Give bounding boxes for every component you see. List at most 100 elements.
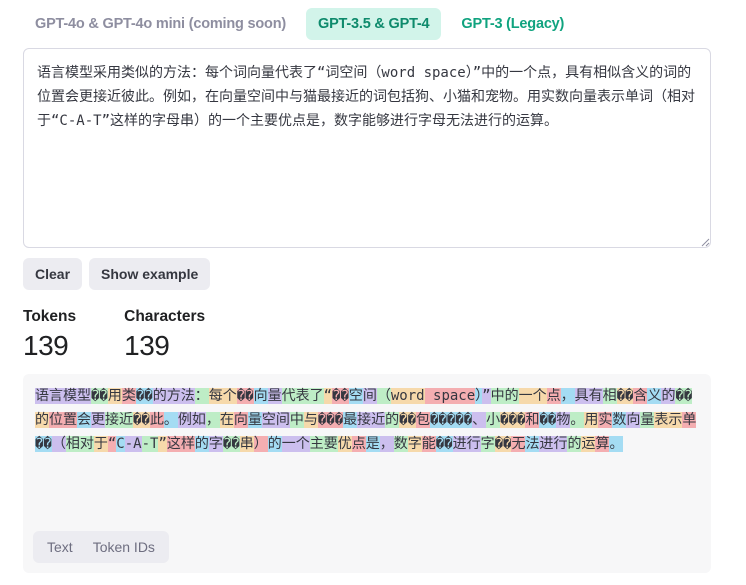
token: 小 bbox=[486, 412, 501, 428]
token: 量 bbox=[640, 412, 655, 428]
token: 优 bbox=[337, 436, 352, 452]
token: 义 bbox=[647, 388, 662, 404]
tokens-stat: Tokens 139 bbox=[23, 308, 76, 362]
token: ： bbox=[194, 388, 209, 404]
token: �� bbox=[222, 436, 240, 452]
tokens-label: Tokens bbox=[23, 308, 77, 325]
token: 接近 bbox=[105, 412, 133, 428]
token: 、 bbox=[472, 412, 487, 428]
token: 。 bbox=[570, 412, 585, 428]
token-stats: Tokens 139 Characters 139 bbox=[23, 308, 205, 362]
token: 空 bbox=[348, 388, 363, 404]
token: 无 bbox=[511, 436, 526, 452]
token: 用 bbox=[107, 388, 122, 404]
token: 点 bbox=[351, 436, 366, 452]
token: -T bbox=[141, 436, 159, 452]
characters-count: 139 bbox=[124, 330, 170, 361]
token: 会 bbox=[77, 412, 91, 428]
tokens-count: 139 bbox=[23, 330, 69, 361]
token: 每个 bbox=[208, 388, 237, 404]
token: C bbox=[116, 436, 125, 452]
token: 一个 bbox=[281, 436, 310, 452]
token: 中的 bbox=[490, 388, 519, 404]
token: 相对 bbox=[65, 436, 94, 452]
token: 位置 bbox=[49, 412, 77, 428]
token: 。 bbox=[609, 436, 624, 452]
token: 字 bbox=[407, 436, 422, 452]
token: 与 bbox=[303, 412, 318, 428]
text-input[interactable]: 语言模型采用类似的方法：每个词向量代表了“词空间（word space）”中的一… bbox=[23, 48, 711, 248]
token: 运 bbox=[581, 436, 596, 452]
token: 空间 bbox=[261, 412, 290, 428]
characters-stat: Characters 139 bbox=[124, 308, 205, 362]
token: �� bbox=[399, 412, 417, 428]
resize-grip-icon[interactable] bbox=[701, 238, 710, 247]
token: �� bbox=[435, 436, 453, 452]
token: 算 bbox=[595, 436, 610, 452]
model-tabs: GPT-4o & GPT-4o mini (coming soon) GPT-3… bbox=[23, 8, 576, 40]
token: 接近 bbox=[357, 412, 386, 428]
token: 的 bbox=[385, 412, 400, 428]
token: 和 bbox=[525, 412, 540, 428]
token: 相 bbox=[602, 388, 617, 404]
token: -A bbox=[124, 436, 142, 452]
token-list: 语言模型��用类��的方法：每个��向量代表了“��空间（word space）… bbox=[35, 384, 699, 456]
view-token-ids-option[interactable]: Token IDs bbox=[83, 533, 165, 561]
token: �� bbox=[135, 388, 153, 404]
show-example-button[interactable]: Show example bbox=[89, 258, 211, 290]
token: ， bbox=[560, 388, 575, 404]
token: 中 bbox=[289, 412, 304, 428]
token: 向 bbox=[233, 412, 248, 428]
token: ����� bbox=[430, 412, 473, 428]
token: 实 bbox=[598, 412, 613, 428]
tab-gpt-4o: GPT-4o & GPT-4o mini (coming soon) bbox=[35, 16, 286, 32]
token: 数 bbox=[393, 436, 408, 452]
token: 进行 bbox=[452, 436, 481, 452]
token: 量 bbox=[247, 412, 262, 428]
token: 物 bbox=[556, 412, 571, 428]
token: 表示 bbox=[654, 412, 683, 428]
token: 含 bbox=[633, 388, 648, 404]
token: 的 bbox=[35, 412, 49, 428]
token: 更 bbox=[91, 412, 105, 428]
token: 类 bbox=[121, 388, 136, 404]
token: 向 bbox=[253, 388, 268, 404]
view-text-option[interactable]: Text bbox=[37, 533, 83, 561]
token: 是 bbox=[365, 436, 380, 452]
token: 的 bbox=[567, 436, 582, 452]
token: 的 bbox=[194, 436, 209, 452]
token: ， bbox=[379, 436, 394, 452]
token: 字 bbox=[208, 436, 223, 452]
token: �� bbox=[494, 436, 512, 452]
token: ��� bbox=[317, 412, 344, 428]
token: �� bbox=[91, 388, 108, 404]
token: 进行 bbox=[539, 436, 568, 452]
token: 单 bbox=[682, 412, 697, 428]
token: 主要 bbox=[309, 436, 338, 452]
token: 的 bbox=[267, 436, 282, 452]
token: 向 bbox=[626, 412, 641, 428]
tokenized-output: 语言模型��用类��的方法：每个��向量代表了“��空间（word space）… bbox=[23, 374, 711, 573]
token: word bbox=[390, 388, 425, 404]
token: 字 bbox=[480, 436, 495, 452]
token: 在 bbox=[219, 412, 234, 428]
token: 间 bbox=[362, 388, 377, 404]
token: 点 bbox=[546, 388, 561, 404]
token: 。 bbox=[163, 412, 178, 428]
token: �� bbox=[35, 436, 52, 452]
token: “ bbox=[323, 388, 333, 404]
clear-button[interactable]: Clear bbox=[23, 258, 83, 290]
token: �� bbox=[616, 388, 634, 404]
token: �� bbox=[675, 388, 693, 404]
action-buttons: Clear Show example bbox=[23, 258, 211, 290]
tab-gpt-3-5-gpt-4[interactable]: GPT-3.5 & GPT-4 bbox=[306, 8, 442, 40]
tab-gpt-3-legacy[interactable]: GPT-3 (Legacy) bbox=[449, 8, 576, 40]
token: 量 bbox=[267, 388, 282, 404]
token: 法 bbox=[525, 436, 540, 452]
token: ” bbox=[482, 388, 491, 404]
token: �� bbox=[133, 412, 150, 428]
token: 用 bbox=[584, 412, 599, 428]
token: 最 bbox=[343, 412, 358, 428]
token: ” bbox=[158, 436, 167, 452]
token: （ bbox=[51, 436, 66, 452]
